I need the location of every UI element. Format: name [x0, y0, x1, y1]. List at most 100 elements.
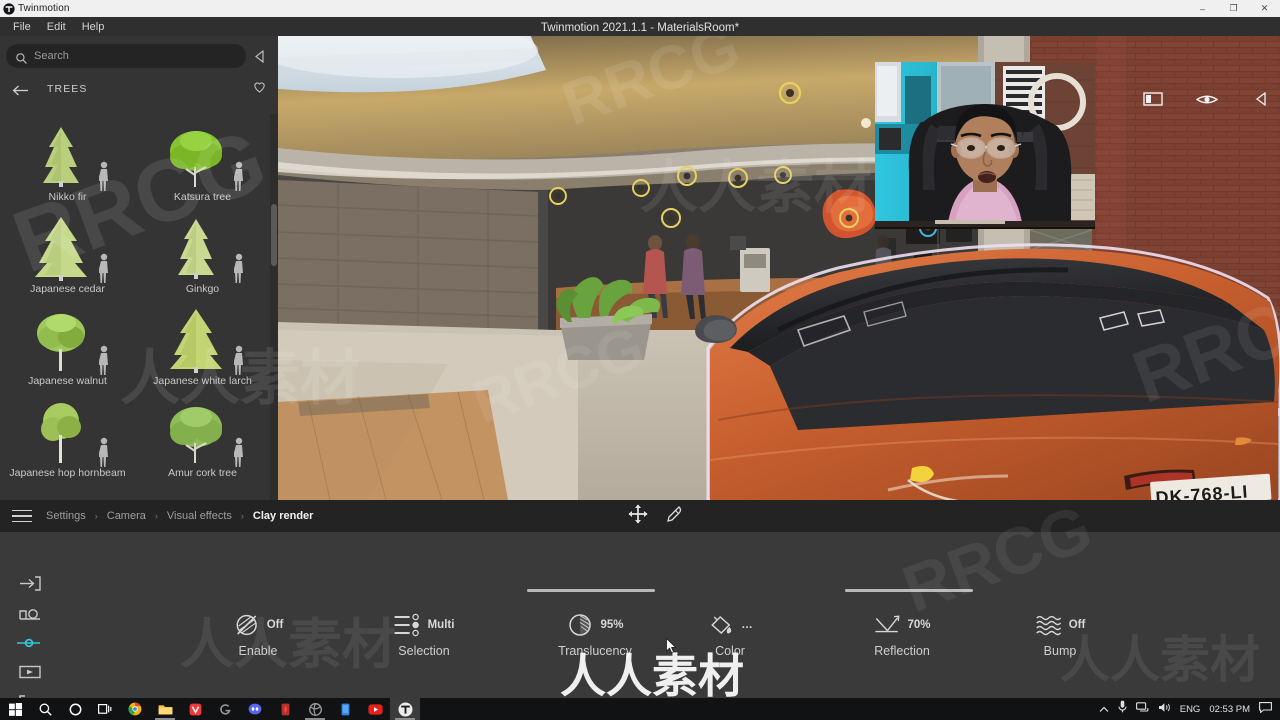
- panel-layout-icon[interactable]: [1142, 90, 1164, 108]
- property-color[interactable]: … Color: [707, 610, 753, 658]
- search-box[interactable]: [6, 44, 246, 68]
- library-item[interactable]: Amur cork tree: [135, 390, 270, 482]
- library-panel[interactable]: TREES Nikko fir Katsura tree Japanese ce…: [0, 36, 278, 500]
- viewport-3d[interactable]: DK-768-LI: [278, 30, 1280, 500]
- tray-chevron-up-icon[interactable]: [1099, 700, 1109, 718]
- property-bump[interactable]: Off Bump: [1035, 610, 1086, 658]
- menu-item-help[interactable]: Help: [74, 19, 113, 35]
- volume-icon[interactable]: [1158, 700, 1171, 718]
- taskbar-browser-icon[interactable]: [300, 698, 330, 720]
- library-scrollbar[interactable]: [270, 114, 278, 500]
- library-item[interactable]: [135, 482, 270, 500]
- eye-visibility-icon[interactable]: [1196, 90, 1218, 108]
- urban-icon[interactable]: [15, 607, 45, 621]
- collapse-left-arrow-icon[interactable]: [246, 49, 272, 63]
- media-icon[interactable]: [15, 665, 45, 679]
- hamburger-menu-icon[interactable]: [0, 500, 44, 532]
- library-item-label: Japanese cedar: [30, 283, 105, 295]
- property-label: Selection: [398, 644, 450, 658]
- scene-render: DK-768-LI: [278, 30, 1280, 500]
- property-slider[interactable]: [527, 589, 655, 592]
- library-item[interactable]: Japanese hop hornbeam: [0, 390, 135, 482]
- window-titlebar[interactable]: Twinmotion – ❐ ✕: [0, 0, 1280, 17]
- menu-item-edit[interactable]: Edit: [39, 19, 74, 35]
- menu-item-file[interactable]: File: [5, 19, 39, 35]
- property-list[interactable]: Off Enable Multi Selection 95% Translucency … C…: [60, 532, 1280, 698]
- menu-bar[interactable]: File Edit Help Twinmotion 2021.1.1 - Mater…: [0, 17, 1280, 36]
- taskbar-chrome-icon[interactable]: [120, 698, 150, 720]
- library-scrollbar-thumb[interactable]: [271, 204, 277, 266]
- maximize-button[interactable]: ❐: [1218, 0, 1249, 17]
- taskbar-search-icon[interactable]: [30, 698, 60, 720]
- breadcrumb-item-settings[interactable]: Settings: [44, 509, 88, 523]
- library-category-title: TREES: [47, 83, 88, 95]
- library-item[interactable]: Ginkgo: [135, 206, 270, 298]
- bottom-dock: Settings › Camera › Visual effects › Clay rend…: [0, 500, 1280, 710]
- minimize-button[interactable]: –: [1187, 0, 1218, 17]
- system-tray[interactable]: ENG 02:53 PM: [1099, 700, 1280, 718]
- window-controls[interactable]: – ❐ ✕: [1187, 0, 1280, 17]
- tray-clock[interactable]: 02:53 PM: [1209, 704, 1250, 715]
- search-input[interactable]: [34, 50, 236, 62]
- windows-taskbar[interactable]: ENG 02:53 PM: [0, 698, 1280, 720]
- property-value: 95%: [600, 619, 624, 631]
- taskbar-firestorm-icon[interactable]: [270, 698, 300, 720]
- network-icon[interactable]: [1135, 700, 1149, 718]
- tray-language[interactable]: ENG: [1180, 704, 1201, 715]
- library-asset-grid[interactable]: Nikko fir Katsura tree Japanese cedar Gi…: [0, 114, 270, 500]
- property-label: Reflection: [874, 644, 930, 658]
- taskbar-vivaldi-icon[interactable]: [180, 698, 210, 720]
- breadcrumb-item-clay-render[interactable]: Clay render: [251, 509, 316, 523]
- close-button[interactable]: ✕: [1249, 0, 1280, 17]
- property-slider[interactable]: [845, 589, 973, 592]
- library-item[interactable]: Japanese walnut: [0, 298, 135, 390]
- library-item[interactable]: Japanese white larch: [135, 298, 270, 390]
- dock-icon-rail[interactable]: [0, 532, 60, 710]
- taskbar-logitech-ghub-icon[interactable]: [210, 698, 240, 720]
- library-item[interactable]: Japanese cedar: [0, 206, 135, 298]
- collapse-right-arrow-icon[interactable]: [1250, 90, 1272, 108]
- library-category-header: TREES: [0, 76, 278, 102]
- viewport-toolbar[interactable]: [1142, 90, 1272, 108]
- taskbar-task-view-icon[interactable]: [90, 698, 120, 720]
- translucency-icon[interactable]: [566, 611, 594, 639]
- clay-disabled-icon[interactable]: [233, 611, 261, 639]
- selection-list-icon[interactable]: [394, 611, 422, 639]
- import-icon[interactable]: [15, 576, 45, 591]
- eyedropper-icon[interactable]: [666, 505, 682, 528]
- taskbar-window-title: Twinmotion: [18, 3, 70, 14]
- breadcrumb-item-camera[interactable]: Camera: [105, 509, 148, 523]
- back-arrow-icon[interactable]: [12, 83, 29, 96]
- taskbar-discord-icon[interactable]: [240, 698, 270, 720]
- breadcrumb-separator: ›: [94, 511, 98, 521]
- library-item[interactable]: [0, 482, 135, 500]
- library-item[interactable]: Nikko fir: [0, 114, 135, 206]
- property-enable[interactable]: Off Enable: [233, 610, 283, 658]
- property-selection[interactable]: Multi Selection: [394, 610, 454, 658]
- bump-wave-icon[interactable]: [1035, 611, 1063, 639]
- library-search-row: [0, 36, 278, 76]
- taskbar-youtube-icon[interactable]: [360, 698, 390, 720]
- property-reflection[interactable]: 70% Reflection: [873, 610, 931, 658]
- move-gizmo-icon[interactable]: [628, 504, 648, 529]
- taskbar-phone-link-icon[interactable]: [330, 698, 360, 720]
- tree-thumbnail-icon: [143, 399, 263, 467]
- taskbar-file-explorer-icon[interactable]: [150, 698, 180, 720]
- windows-start-icon[interactable]: [0, 698, 30, 720]
- property-value: Off: [1068, 619, 1086, 631]
- webcam-overlay: [875, 62, 1095, 229]
- settings-icon[interactable]: [15, 637, 45, 649]
- reflection-icon[interactable]: [873, 611, 901, 639]
- taskbar-cortana-icon[interactable]: [60, 698, 90, 720]
- breadcrumb[interactable]: Settings › Camera › Visual effects › Clay rend…: [44, 509, 315, 523]
- library-item[interactable]: Katsura tree: [135, 114, 270, 206]
- action-center-icon[interactable]: [1259, 700, 1272, 718]
- breadcrumb-separator: ›: [240, 511, 244, 521]
- breadcrumb-item-visual-effects[interactable]: Visual effects: [165, 509, 234, 523]
- paint-bucket-icon[interactable]: [707, 611, 735, 639]
- dock-center-tools[interactable]: [628, 500, 682, 532]
- heart-icon[interactable]: [253, 80, 266, 98]
- microphone-icon[interactable]: [1118, 700, 1127, 718]
- taskbar-twinmotion-icon[interactable]: [390, 698, 420, 720]
- property-translucency[interactable]: 95% Translucency: [558, 610, 632, 658]
